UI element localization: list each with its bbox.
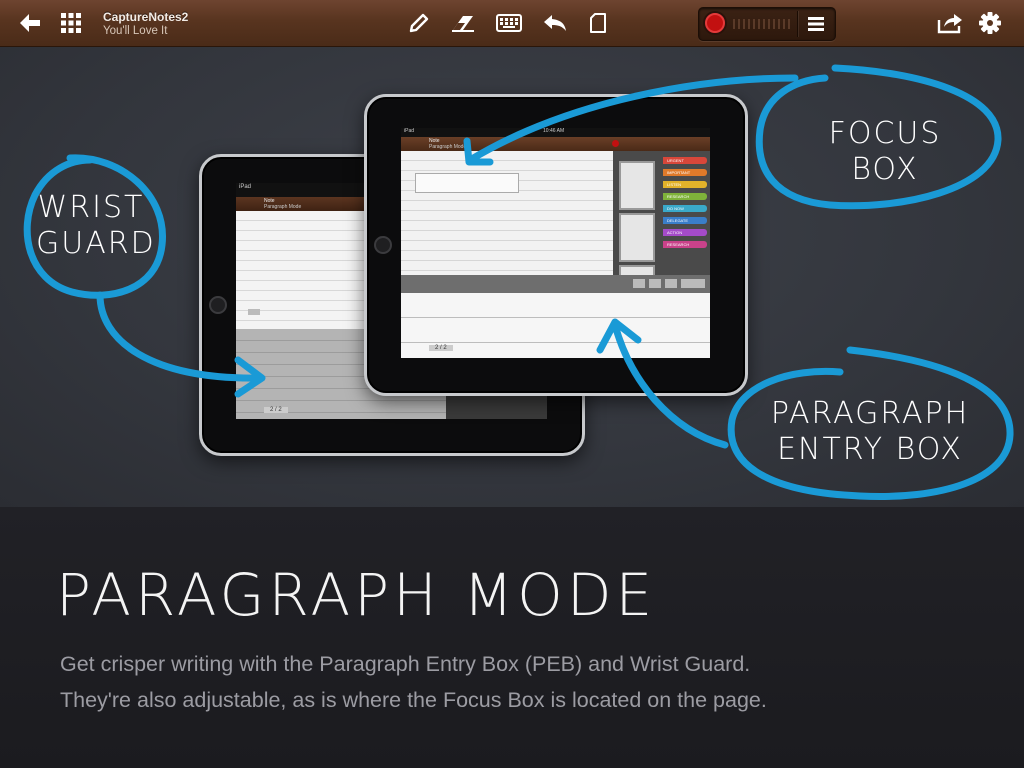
description-line-2: They're also adjustable, as is where the…	[60, 688, 767, 712]
wrist-guard-arrow	[96, 291, 264, 382]
focus-box-arrow	[466, 74, 799, 164]
peb-arrow	[611, 321, 729, 449]
description-panel	[0, 507, 1024, 768]
peb-label-1: PARAGRAPH	[770, 396, 970, 431]
wrist-guard-label-2: GUARD	[36, 226, 156, 261]
wrist-guard-label-1: WRIST	[37, 190, 145, 225]
feature-description: Get crisper writing with the Paragraph E…	[60, 646, 980, 718]
description-line-1: Get crisper writing with the Paragraph E…	[60, 652, 751, 676]
focus-box-label: FOCUS BOX	[828, 116, 942, 187]
peb-label-2: ENTRY BOX	[777, 432, 963, 467]
feature-headline: PARAGRAPH MODE	[56, 561, 657, 629]
